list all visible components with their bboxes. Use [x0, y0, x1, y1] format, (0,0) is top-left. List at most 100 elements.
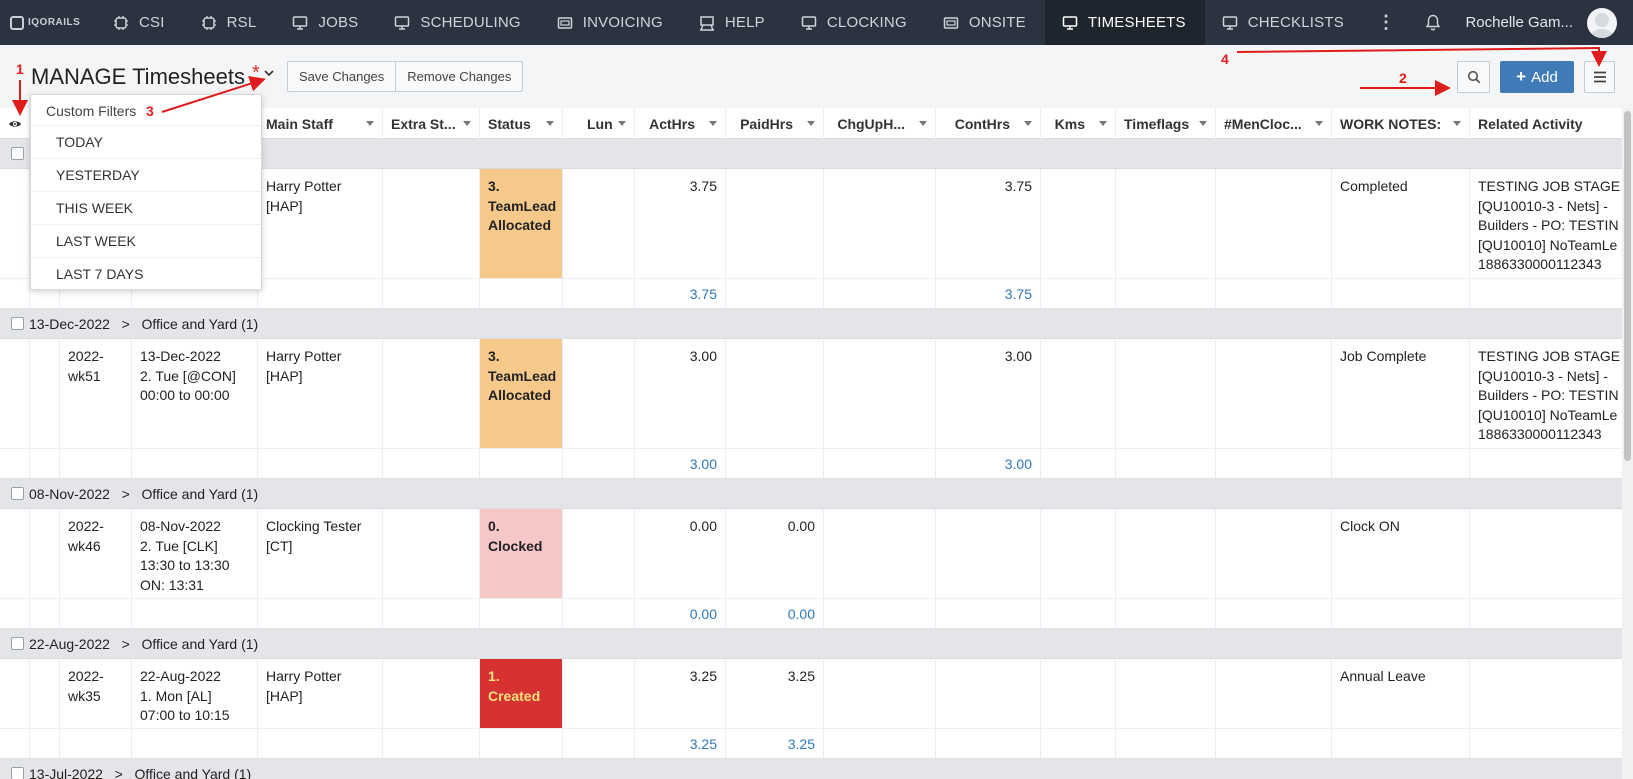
act-hrs-total: 3.00 [635, 449, 726, 478]
total-empty-cell [383, 449, 480, 478]
annotation-label-3: 3 [146, 103, 154, 119]
column-header-lun[interactable]: Lun [563, 108, 635, 139]
chg-up-hrs-cell [824, 509, 936, 598]
column-header-paid-hrs[interactable]: PaidHrs [726, 108, 824, 139]
cont-hrs-cell: 3.75 [936, 169, 1041, 278]
column-visibility-toggle[interactable] [0, 108, 30, 139]
table-row[interactable]: 2022- wk46 08-Nov-2022 2. Tue [CLK] 13:3… [0, 509, 1622, 599]
total-empty-cell [383, 599, 480, 628]
row-checkbox[interactable] [11, 317, 24, 330]
column-header-kms[interactable]: Kms [1041, 108, 1116, 139]
column-label: WORK NOTES: [1340, 115, 1442, 132]
chevron-down-icon[interactable] [264, 69, 274, 77]
total-empty-cell [1216, 599, 1332, 628]
extra-staff-cell [383, 339, 480, 448]
column-header-act-hrs[interactable]: ActHrs [635, 108, 726, 139]
column-header-related-activity[interactable]: Related Activity [1470, 108, 1622, 139]
timeflags-cell [1116, 169, 1216, 278]
menu-button[interactable] [1584, 61, 1615, 93]
nav-more-button[interactable]: ⋮ [1363, 0, 1409, 45]
column-header-status[interactable]: Status [480, 108, 563, 139]
eye-icon [8, 120, 21, 127]
nav-item-invoicing[interactable]: INVOICING [540, 0, 682, 45]
nav-item-timesheets[interactable]: TIMESHEETS [1044, 0, 1205, 45]
paid-hrs-total: 3.25 [726, 729, 824, 758]
group-row[interactable]: 13-Dec-2022 > Office and Yard (1) [0, 309, 1622, 339]
group-row[interactable]: 08-Nov-2022 > Office and Yard (1) [0, 479, 1622, 509]
nav-item-scheduling[interactable]: SCHEDULING [377, 0, 539, 45]
nav-label: SCHEDULING [420, 14, 521, 31]
nav-item-csi[interactable]: CSI [96, 0, 184, 45]
save-changes-button[interactable]: Save Changes [288, 62, 395, 91]
total-empty-cell [1216, 279, 1332, 308]
add-label: Add [1531, 68, 1558, 86]
related-activity-cell: TESTING JOB STAGE [QU10010-3 - Nets] - B… [1478, 178, 1621, 272]
group-label: 13-Dec-2022 > Office and Yard (1) [29, 316, 258, 332]
filter-today[interactable]: TODAY [31, 125, 261, 158]
date-cell: 22-Aug-2022 1. Mon [AL] 07:00 to 10:15 [132, 659, 258, 728]
row-gutter [0, 659, 30, 728]
extra-staff-cell [383, 509, 480, 598]
total-empty-cell [563, 449, 635, 478]
table-row[interactable]: 2022- wk35 22-Aug-2022 1. Mon [AL] 07:00… [0, 659, 1622, 729]
column-header-timeflags[interactable]: Timeflags [1116, 108, 1216, 139]
nav-item-rsl[interactable]: RSL [184, 0, 276, 45]
nav-item-jobs[interactable]: JOBS [275, 0, 377, 45]
total-empty-cell [1116, 599, 1216, 628]
total-empty-cell [1116, 729, 1216, 758]
row-select-cell [30, 509, 60, 598]
status-badge: 1. Created [480, 659, 563, 728]
nav-item-checklists[interactable]: CHECKLISTS [1205, 0, 1363, 45]
group-count: (1) [234, 766, 252, 779]
row-checkbox[interactable] [11, 147, 24, 160]
cont-hrs-total: 3.00 [936, 449, 1041, 478]
total-empty-cell [824, 729, 936, 758]
filter-yesterday[interactable]: YESTERDAY [31, 158, 261, 191]
vertical-scrollbar[interactable] [1622, 108, 1633, 779]
avatar[interactable] [1587, 7, 1617, 38]
column-header-work-notes[interactable]: WORK NOTES: [1332, 108, 1470, 139]
group-location: Office and Yard [141, 636, 238, 652]
filter-this-week[interactable]: THIS WEEK [31, 191, 261, 224]
cont-hrs-cell: 3.00 [936, 339, 1041, 448]
total-empty-cell [1332, 279, 1470, 308]
nav-label: INVOICING [582, 14, 663, 31]
row-checkbox[interactable] [11, 767, 24, 779]
row-checkbox[interactable] [11, 487, 24, 500]
total-empty-cell [480, 279, 563, 308]
column-header-chg-up-hrs[interactable]: ChgUpH... [824, 108, 936, 139]
nav-item-help[interactable]: HELP [682, 0, 784, 45]
brand-logo[interactable]: IQORAILS [0, 0, 96, 45]
nav-item-clocking[interactable]: CLOCKING [784, 0, 926, 45]
column-label: Kms [1054, 115, 1085, 132]
remove-changes-button[interactable]: Remove Changes [395, 62, 522, 91]
total-empty-cell [563, 599, 635, 628]
chg-up-hrs-cell [824, 659, 936, 728]
search-button[interactable] [1457, 61, 1490, 93]
monitor-icon [1062, 15, 1078, 30]
filter-last-week[interactable]: LAST WEEK [31, 224, 261, 257]
group-location: Office and Yard [141, 486, 238, 502]
scrollbar-thumb[interactable] [1624, 111, 1631, 461]
paid-hrs-cell [726, 169, 824, 278]
bell-icon[interactable] [1425, 14, 1441, 31]
table-row[interactable]: 2022- wk51 13-Dec-2022 2. Tue [@CON] 00:… [0, 339, 1622, 449]
cont-hrs-total: 3.75 [936, 279, 1041, 308]
paid-hrs-cell: 0.00 [726, 509, 824, 598]
plus-icon: + [1516, 67, 1527, 86]
user-name[interactable]: Rochelle Gam... [1465, 14, 1573, 31]
column-header-main-staff[interactable]: Main Staff [258, 108, 383, 139]
nav-item-onsite[interactable]: ONSITE [926, 0, 1045, 45]
column-header-extra-staff[interactable]: Extra St... [383, 108, 480, 139]
filter-last-7-days[interactable]: LAST 7 DAYS [31, 257, 261, 290]
row-checkbox[interactable] [11, 637, 24, 650]
column-label: Main Staff [266, 115, 333, 132]
lun-cell [563, 659, 635, 728]
column-header-men-clocked[interactable]: #MenCloc... [1216, 108, 1332, 139]
kms-cell [1041, 509, 1116, 598]
column-header-cont-hrs[interactable]: ContHrs [936, 108, 1041, 139]
group-row[interactable]: 22-Aug-2022 > Office and Yard (1) [0, 629, 1622, 659]
group-row[interactable]: 13-Jul-2022 > Office and Yard (1) [0, 759, 1622, 779]
add-button[interactable]: + Add [1500, 61, 1574, 93]
chevron-right-icon: > [113, 316, 138, 332]
